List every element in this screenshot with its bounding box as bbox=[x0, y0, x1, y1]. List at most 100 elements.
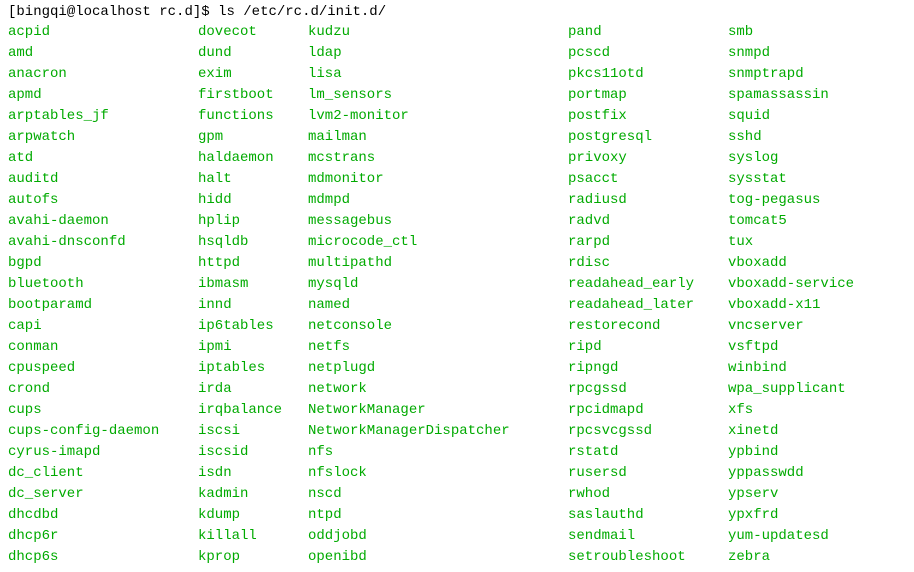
list-item: sysstat bbox=[728, 169, 854, 190]
list-item: auditd bbox=[8, 169, 198, 190]
list-item: hplip bbox=[198, 211, 308, 232]
list-item: bgpd bbox=[8, 253, 198, 274]
list-item: xfs bbox=[728, 400, 854, 421]
list-item: gpm bbox=[198, 127, 308, 148]
list-item: avahi-dnsconfd bbox=[8, 232, 198, 253]
list-item: oddjobd bbox=[308, 526, 568, 547]
list-item: vboxadd bbox=[728, 253, 854, 274]
list-item: network bbox=[308, 379, 568, 400]
list-item: sendmail bbox=[568, 526, 728, 547]
list-item: rstatd bbox=[568, 442, 728, 463]
list-item: ypserv bbox=[728, 484, 854, 505]
list-item: ldap bbox=[308, 43, 568, 64]
list-item: kadmin bbox=[198, 484, 308, 505]
list-item: vboxadd-x11 bbox=[728, 295, 854, 316]
list-item: innd bbox=[198, 295, 308, 316]
list-item: syslog bbox=[728, 148, 854, 169]
list-item: smb bbox=[728, 22, 854, 43]
prompt-close-bracket: ] bbox=[193, 4, 201, 20]
list-item: irda bbox=[198, 379, 308, 400]
list-item: mdmonitor bbox=[308, 169, 568, 190]
list-item: kprop bbox=[198, 547, 308, 568]
list-item: ripngd bbox=[568, 358, 728, 379]
prompt-symbol: $ bbox=[201, 4, 209, 20]
list-item: radvd bbox=[568, 211, 728, 232]
list-item: isdn bbox=[198, 463, 308, 484]
list-item: rusersd bbox=[568, 463, 728, 484]
list-item: amd bbox=[8, 43, 198, 64]
list-item: dhcp6s bbox=[8, 547, 198, 568]
list-item: messagebus bbox=[308, 211, 568, 232]
list-item: hsqldb bbox=[198, 232, 308, 253]
list-item: functions bbox=[198, 106, 308, 127]
list-item: mysqld bbox=[308, 274, 568, 295]
list-item: cups bbox=[8, 400, 198, 421]
list-item: irqbalance bbox=[198, 400, 308, 421]
list-item: NetworkManagerDispatcher bbox=[308, 421, 568, 442]
list-item: kdump bbox=[198, 505, 308, 526]
list-item: kudzu bbox=[308, 22, 568, 43]
list-item: lvm2-monitor bbox=[308, 106, 568, 127]
list-item: rpcidmapd bbox=[568, 400, 728, 421]
list-item: httpd bbox=[198, 253, 308, 274]
list-item: pand bbox=[568, 22, 728, 43]
list-item: rpcsvcgssd bbox=[568, 421, 728, 442]
list-item: killall bbox=[198, 526, 308, 547]
list-item: nscd bbox=[308, 484, 568, 505]
list-item: bluetooth bbox=[8, 274, 198, 295]
list-item: nfslock bbox=[308, 463, 568, 484]
listing-column-2: dovecotdundeximfirstbootfunctionsgpmhald… bbox=[198, 22, 308, 568]
list-item: snmptrapd bbox=[728, 64, 854, 85]
list-item: nfs bbox=[308, 442, 568, 463]
list-item: snmpd bbox=[728, 43, 854, 64]
list-item: yppasswdd bbox=[728, 463, 854, 484]
list-item: iscsid bbox=[198, 442, 308, 463]
list-item: iscsi bbox=[198, 421, 308, 442]
list-item: dhcdbd bbox=[8, 505, 198, 526]
list-item: cyrus-imapd bbox=[8, 442, 198, 463]
list-item: avahi-daemon bbox=[8, 211, 198, 232]
list-item: spamassassin bbox=[728, 85, 854, 106]
list-item: radiusd bbox=[568, 190, 728, 211]
list-item: restorecond bbox=[568, 316, 728, 337]
list-item: netconsole bbox=[308, 316, 568, 337]
list-item: named bbox=[308, 295, 568, 316]
list-item: microcode_ctl bbox=[308, 232, 568, 253]
list-item: dund bbox=[198, 43, 308, 64]
list-item: yum-updatesd bbox=[728, 526, 854, 547]
list-item: cpuspeed bbox=[8, 358, 198, 379]
list-item: netfs bbox=[308, 337, 568, 358]
listing-column-1: acpidamdanacronapmdarptables_jfarpwatcha… bbox=[8, 22, 198, 568]
list-item: zebra bbox=[728, 547, 854, 568]
listing-column-4: pandpcscdpkcs11otdportmappostfixpostgres… bbox=[568, 22, 728, 568]
list-item: postgresql bbox=[568, 127, 728, 148]
list-item: multipathd bbox=[308, 253, 568, 274]
list-item: halt bbox=[198, 169, 308, 190]
list-item: mcstrans bbox=[308, 148, 568, 169]
prompt-space bbox=[151, 4, 159, 20]
list-item: capi bbox=[8, 316, 198, 337]
list-item: ripd bbox=[568, 337, 728, 358]
list-item: sshd bbox=[728, 127, 854, 148]
list-item: netplugd bbox=[308, 358, 568, 379]
list-item: arpwatch bbox=[8, 127, 198, 148]
list-item: vboxadd-service bbox=[728, 274, 854, 295]
list-item: readahead_later bbox=[568, 295, 728, 316]
list-item: acpid bbox=[8, 22, 198, 43]
list-item: postfix bbox=[568, 106, 728, 127]
prompt-command[interactable]: ls /etc/rc.d/init.d/ bbox=[218, 4, 386, 20]
list-item: portmap bbox=[568, 85, 728, 106]
list-item: xinetd bbox=[728, 421, 854, 442]
prompt-cwd: rc.d bbox=[159, 4, 193, 20]
list-item: readahead_early bbox=[568, 274, 728, 295]
directory-listing: acpidamdanacronapmdarptables_jfarpwatcha… bbox=[8, 22, 906, 568]
list-item: cups-config-daemon bbox=[8, 421, 198, 442]
list-item: ip6tables bbox=[198, 316, 308, 337]
list-item: dovecot bbox=[198, 22, 308, 43]
list-item: pcscd bbox=[568, 43, 728, 64]
list-item: setroubleshoot bbox=[568, 547, 728, 568]
list-item: rdisc bbox=[568, 253, 728, 274]
list-item: saslauthd bbox=[568, 505, 728, 526]
list-item: ibmasm bbox=[198, 274, 308, 295]
list-item: autofs bbox=[8, 190, 198, 211]
